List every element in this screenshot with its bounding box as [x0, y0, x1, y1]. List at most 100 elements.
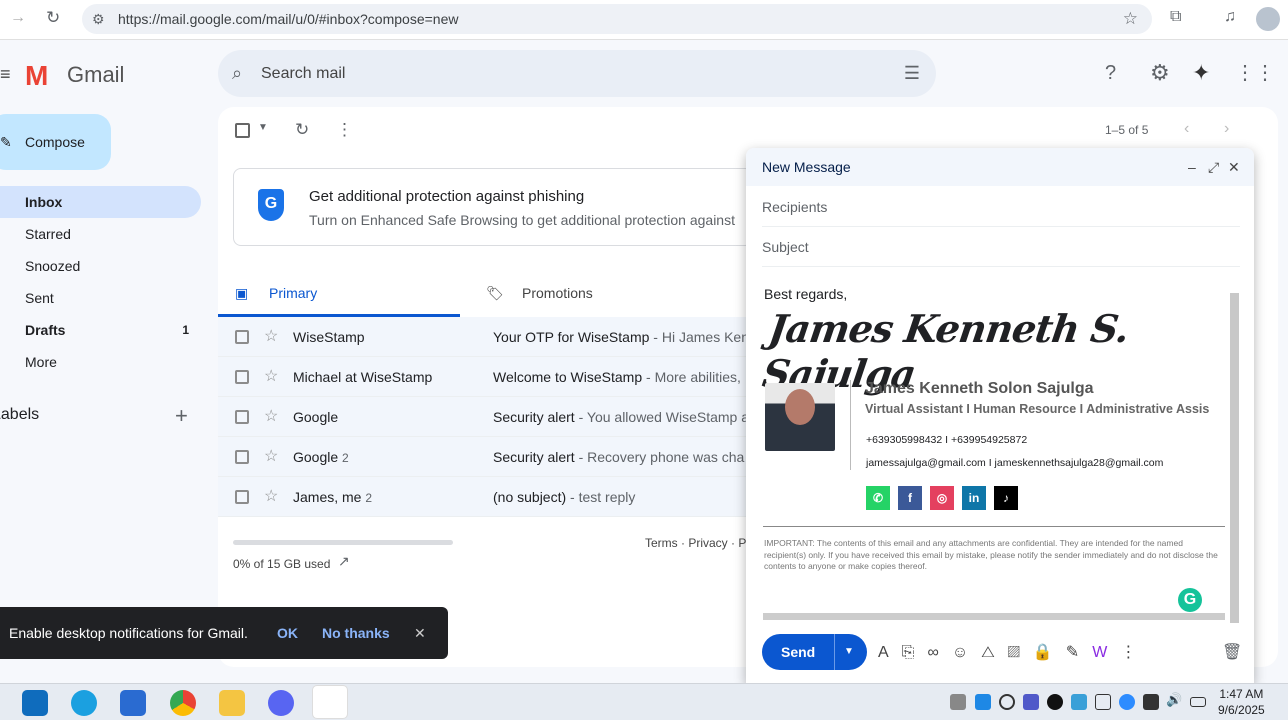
tab-label: Primary	[269, 285, 318, 301]
select-dropdown-icon[interactable]: ▼	[258, 122, 268, 133]
tray-discord-icon[interactable]	[950, 694, 966, 710]
email-row[interactable]: ☆ Michael at WiseStamp Welcome to WiseSta…	[218, 357, 758, 397]
nvidia-icon[interactable]	[1143, 694, 1159, 710]
row-checkbox[interactable]	[235, 490, 249, 504]
email-row[interactable]: ☆ WiseStamp Your OTP for WiseStamp - Hi J…	[218, 317, 758, 357]
clock[interactable]: 1:47 AM 9/6/2025	[1218, 686, 1265, 718]
row-checkbox[interactable]	[235, 330, 249, 344]
star-icon[interactable]: ☆	[264, 357, 278, 397]
chatgpt-icon[interactable]	[999, 694, 1015, 710]
tiktok-icon[interactable]: ♪	[994, 486, 1018, 510]
facebook-icon[interactable]: f	[898, 486, 922, 510]
row-checkbox[interactable]	[235, 410, 249, 424]
signature-pen-icon[interactable]: ✎	[1066, 644, 1092, 661]
reload-icon[interactable]: ↻	[46, 8, 60, 28]
battery-icon[interactable]	[1190, 697, 1206, 707]
address-bar[interactable]: ⚙ https://mail.google.com/mail/u/0/#inbox…	[82, 4, 1152, 34]
horizontal-scrollbar[interactable]	[763, 613, 1225, 620]
add-label-icon[interactable]: +	[175, 403, 188, 429]
extensions-icon[interactable]: ⧉	[1170, 8, 1181, 26]
fullscreen-icon[interactable]: ⤢	[1208, 148, 1219, 186]
search-options-icon[interactable]: ☰	[904, 50, 920, 97]
whatsapp-icon[interactable]: ✆	[866, 486, 890, 510]
sidebar-item-more[interactable]: More	[0, 346, 201, 378]
star-icon[interactable]: ☆	[264, 317, 278, 357]
discard-trash-icon[interactable]: 🗑	[1222, 642, 1242, 662]
help-icon[interactable]: ?	[1105, 62, 1116, 85]
sidebar-item-starred[interactable]: Starred	[0, 218, 201, 250]
footer-links[interactable]: Terms · Privacy · Pr	[645, 536, 750, 550]
star-icon[interactable]: ☆	[264, 397, 278, 437]
discord-icon[interactable]	[268, 690, 294, 716]
compose-button[interactable]: ✎ Compose	[0, 114, 111, 170]
more-options-icon[interactable]: ⋮	[1120, 644, 1149, 661]
tray-app-icon[interactable]	[975, 694, 991, 710]
tray-utility-icon[interactable]	[1071, 694, 1087, 710]
bookmark-star-icon[interactable]: ☆	[1123, 4, 1138, 34]
settings-gear-icon[interactable]: ⚙	[1150, 60, 1170, 86]
signature-name: James Kenneth Solon Sajulga	[865, 380, 1094, 397]
select-all-checkbox[interactable]	[235, 123, 250, 138]
row-checkbox[interactable]	[235, 450, 249, 464]
photo-icon[interactable]: ▨	[1008, 644, 1033, 661]
volume-icon[interactable]: 🔊	[1166, 692, 1182, 708]
star-icon[interactable]: ☆	[264, 437, 278, 477]
search-input[interactable]: ⌕ Search mail ☰	[218, 50, 936, 97]
sidebar-item-sent[interactable]: Sent	[0, 282, 201, 314]
tab-promotions[interactable]: 🏷 Promotions	[486, 270, 726, 317]
next-page-icon[interactable]: ›	[1224, 120, 1229, 138]
toast-close-icon[interactable]: ✕	[414, 607, 426, 659]
instagram-icon[interactable]: ◎	[930, 486, 954, 510]
star-icon[interactable]: ☆	[264, 477, 278, 517]
email-row[interactable]: ☆ James, me 2 (no subject) - test reply	[218, 477, 758, 517]
outlook-icon[interactable]	[22, 690, 48, 716]
gemini-sparkle-icon[interactable]: ✦	[1192, 60, 1210, 86]
open-external-icon[interactable]: ↗	[338, 553, 350, 570]
send-options-icon[interactable]: ▼	[844, 634, 854, 670]
refresh-icon[interactable]: ↻	[295, 120, 309, 140]
file-explorer-icon[interactable]	[219, 690, 245, 716]
sidebar-item-drafts[interactable]: Drafts 1	[0, 314, 201, 346]
send-button[interactable]: Send ▼	[762, 634, 867, 670]
compose-title: New Message	[762, 159, 851, 175]
email-row[interactable]: ☆ Google Security alert - You allowed Wis…	[218, 397, 758, 437]
grammarly-icon[interactable]: G	[1178, 588, 1202, 612]
chrome-icon[interactable]	[170, 690, 196, 716]
prev-page-icon[interactable]: ‹	[1184, 120, 1189, 138]
toast-no-thanks-button[interactable]: No thanks	[322, 607, 390, 659]
tab-primary[interactable]: ▣ Primary	[218, 270, 460, 317]
linkedin-icon[interactable]: in	[962, 486, 986, 510]
emoji-icon[interactable]: ☺	[952, 644, 981, 661]
sidebar-item-snoozed[interactable]: Snoozed	[0, 250, 201, 282]
close-icon[interactable]: ✕	[1228, 148, 1240, 186]
wisestamp-icon[interactable]: W	[1092, 644, 1120, 661]
email-sender: WiseStamp	[293, 317, 365, 358]
site-info-icon[interactable]: ⚙	[92, 4, 105, 34]
recipients-field[interactable]: Recipients	[762, 187, 1240, 227]
network-icon[interactable]	[1095, 694, 1111, 710]
edge-icon[interactable]	[71, 690, 97, 716]
attach-icon[interactable]: ⎘	[902, 644, 928, 661]
subject-field[interactable]: Subject	[762, 227, 1240, 267]
media-icon[interactable]: ♫	[1224, 8, 1236, 26]
apps-grid-icon[interactable]: ⋮⋮	[1235, 60, 1275, 85]
email-row[interactable]: ☆ Google 2 Security alert - Recovery phone…	[218, 437, 758, 477]
sidebar-item-inbox[interactable]: Inbox	[0, 186, 201, 218]
grammarly-tray-icon[interactable]	[1047, 694, 1063, 710]
profile-avatar[interactable]	[1256, 7, 1280, 31]
store-icon[interactable]	[120, 690, 146, 716]
zoom-icon[interactable]	[1119, 694, 1135, 710]
drive-icon[interactable]: △	[981, 644, 1007, 661]
confidential-lock-icon[interactable]: 🔒	[1033, 644, 1066, 661]
forward-icon[interactable]: →	[10, 9, 26, 27]
text-format-icon[interactable]: A	[878, 644, 902, 661]
snipping-tool-icon[interactable]	[312, 685, 348, 719]
more-vert-icon[interactable]: ⋮	[336, 120, 353, 140]
row-checkbox[interactable]	[235, 370, 249, 384]
link-icon[interactable]: ∞	[927, 644, 951, 661]
teams-icon[interactable]	[1023, 694, 1039, 710]
minimize-icon[interactable]: –	[1188, 148, 1196, 186]
nav-label: Snoozed	[25, 258, 81, 274]
main-menu-icon[interactable]: ≡	[0, 64, 11, 85]
toast-ok-button[interactable]: OK	[277, 607, 298, 659]
